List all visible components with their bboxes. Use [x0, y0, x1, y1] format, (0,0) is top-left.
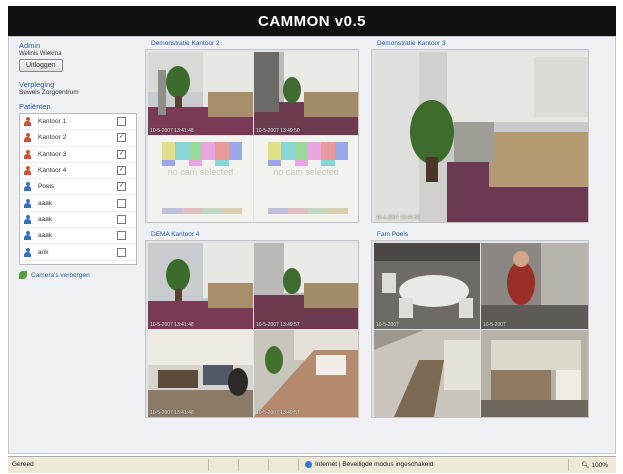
app-title: CAMMON v0.5 — [257, 12, 367, 30]
browser-window: CAMMON v0.5 Admin Wellnis Wiekma Uitlogg… — [0, 0, 623, 474]
patient-row[interactable]: Poels ✓ — [20, 179, 136, 196]
status-divider — [298, 459, 299, 471]
patient-row[interactable]: Kantoor 4 ✓ — [20, 163, 136, 180]
no-camera-placeholder: no cam selected — [148, 136, 253, 222]
person-icon — [24, 182, 31, 192]
admin-username: Wellnis Wiekma — [19, 51, 62, 57]
patient-row[interactable]: Kantoor 1 — [20, 114, 136, 131]
person-icon — [24, 166, 31, 176]
patient-row[interactable]: aaak — [20, 195, 136, 212]
patient-row[interactable]: Kantoor 2 ✓ — [20, 130, 136, 147]
patient-label: Kantoor 4 — [38, 167, 67, 175]
patient-label: Poels — [38, 183, 55, 191]
app-title-bar: CAMMON v0.5 — [8, 6, 616, 36]
camera-feed[interactable]: 10-5-2007 13:41:48 — [148, 52, 253, 135]
zoom-level[interactable]: 🔍︎ 100% — [581, 461, 608, 469]
camera-feed[interactable]: 10-5-2007 13:49:57 — [254, 330, 358, 417]
status-divider — [568, 459, 569, 471]
camera-timestamp: 10-5-2007 13:41:48 — [150, 322, 194, 328]
patient-checkbox[interactable]: ✓ — [117, 182, 126, 192]
patient-checkbox[interactable] — [117, 247, 126, 257]
no-camera-placeholder: no cam selected — [254, 136, 358, 222]
sidebar: Admin Wellnis Wiekma Uitloggen Verplegin… — [19, 39, 137, 279]
patient-list: Kantoor 1 Kantoor 2 ✓ Kantoor 3 ✓ Kantoor 4 ✓ P… — [19, 113, 137, 265]
patient-checkbox[interactable] — [117, 214, 126, 224]
panel-title-kantoor-3[interactable]: Demonstratie Kantoor 3 — [377, 40, 446, 47]
person-icon — [24, 117, 31, 127]
patient-label: Kantoor 2 — [38, 134, 67, 142]
patient-label: aaak — [38, 199, 53, 207]
panel-title-kantoor-2[interactable]: Demonstratie Kantoor 2 — [151, 40, 220, 47]
patient-checkbox[interactable] — [117, 231, 126, 241]
status-divider — [238, 459, 239, 471]
camera-feed[interactable]: 10-5-2007 13:49:50 — [374, 52, 588, 222]
person-icon — [24, 198, 31, 208]
patient-checkbox[interactable]: ✓ — [117, 166, 126, 176]
no-camera-text: no cam selected — [273, 167, 339, 177]
camera-panel-kantoor-3: 10-5-2007 13:49:50 — [371, 49, 589, 223]
camera-feed[interactable] — [374, 330, 480, 417]
camera-feed[interactable]: 10-5-2007 13:41:48 — [148, 243, 253, 329]
patient-label: Kantoor 1 — [38, 118, 67, 126]
patient-row[interactable]: aaak — [20, 228, 136, 245]
status-divider — [208, 459, 209, 471]
globe-icon — [305, 461, 312, 468]
camera-timestamp: 10-5-2007 13:41:48 — [150, 128, 194, 134]
patient-checkbox[interactable] — [117, 117, 126, 127]
zoom-icon: 🔍︎ — [581, 462, 590, 469]
nursing-title: Verpleging — [19, 80, 55, 89]
main-content: Admin Wellnis Wiekma Uitloggen Verplegin… — [8, 36, 616, 454]
status-bar: Gereed Internet | Beveiligde modus inges… — [8, 456, 616, 473]
patient-label: aaak — [38, 232, 53, 240]
zoom-text: 100% — [591, 462, 608, 469]
camera-feed[interactable]: 10-5-2007 13:41:48 — [148, 330, 253, 417]
camera-timestamp: 10-5-2007 13:49:50 — [376, 215, 420, 221]
patient-row[interactable]: arik — [20, 244, 136, 261]
patient-checkbox[interactable]: ✓ — [117, 133, 126, 143]
patient-label: aaak — [38, 215, 53, 223]
camera-panel-kantoor-2: 10-5-2007 13:41:48 10-5-2007 13:49:50 no… — [145, 49, 359, 223]
no-camera-text: no cam selected — [167, 167, 234, 177]
camera-timestamp: 10-5-2007 — [483, 322, 506, 328]
nursing-group: Sewels Zorgcentrum — [19, 89, 79, 96]
camera-panel-fam-poels: 10-5-2007 10-5-2007 — [371, 240, 589, 418]
leaf-icon — [19, 271, 27, 279]
status-text: Gereed — [12, 461, 34, 468]
camera-timestamp: 10-5-2007 13:49:50 — [256, 128, 300, 134]
patient-row[interactable]: aaak — [20, 212, 136, 229]
panel-title-kantoor-4[interactable]: DEMA Kantoor 4 — [151, 231, 199, 238]
security-zone-text: Internet | Beveiligde modus ingeschakeld — [315, 461, 434, 468]
patient-checkbox[interactable]: ✓ — [117, 149, 126, 159]
hide-cameras-label: Camera's verbergen — [31, 271, 90, 279]
status-divider — [268, 459, 269, 471]
camera-timestamp: 10-5-2007 13:41:48 — [150, 410, 194, 416]
person-icon — [24, 149, 31, 159]
hide-cameras-link[interactable]: Camera's verbergen — [19, 271, 137, 279]
camera-panel-kantoor-4: 10-5-2007 13:41:48 10-5-2007 13:49:57 10… — [145, 240, 359, 418]
person-icon — [24, 133, 31, 143]
patient-row[interactable]: Kantoor 3 ✓ — [20, 147, 136, 163]
camera-feed[interactable]: 10-5-2007 13:49:57 — [254, 243, 358, 329]
camera-feed[interactable]: 10-5-2007 — [374, 243, 480, 329]
person-icon — [24, 247, 31, 257]
person-icon — [24, 214, 31, 224]
camera-timestamp: 10-5-2007 — [376, 322, 399, 328]
camera-feed[interactable]: 10-5-2007 — [481, 243, 588, 329]
camera-timestamp: 10-5-2007 13:49:57 — [256, 410, 300, 416]
logout-button[interactable]: Uitloggen — [19, 59, 63, 72]
camera-timestamp: 10-5-2007 13:49:57 — [256, 322, 300, 328]
patient-label: arik — [38, 248, 49, 256]
patients-title: Patiënten — [19, 102, 51, 111]
person-icon — [24, 231, 31, 241]
camera-feed[interactable]: 10-5-2007 13:49:50 — [254, 52, 358, 135]
camera-feed[interactable] — [481, 330, 588, 417]
patient-label: Kantoor 3 — [38, 150, 67, 158]
panel-title-fam-poels[interactable]: Fam Poels — [377, 231, 408, 238]
patient-checkbox[interactable] — [117, 198, 126, 208]
admin-title: Admin — [19, 41, 41, 50]
security-zone[interactable]: Internet | Beveiligde modus ingeschakeld — [305, 461, 433, 468]
